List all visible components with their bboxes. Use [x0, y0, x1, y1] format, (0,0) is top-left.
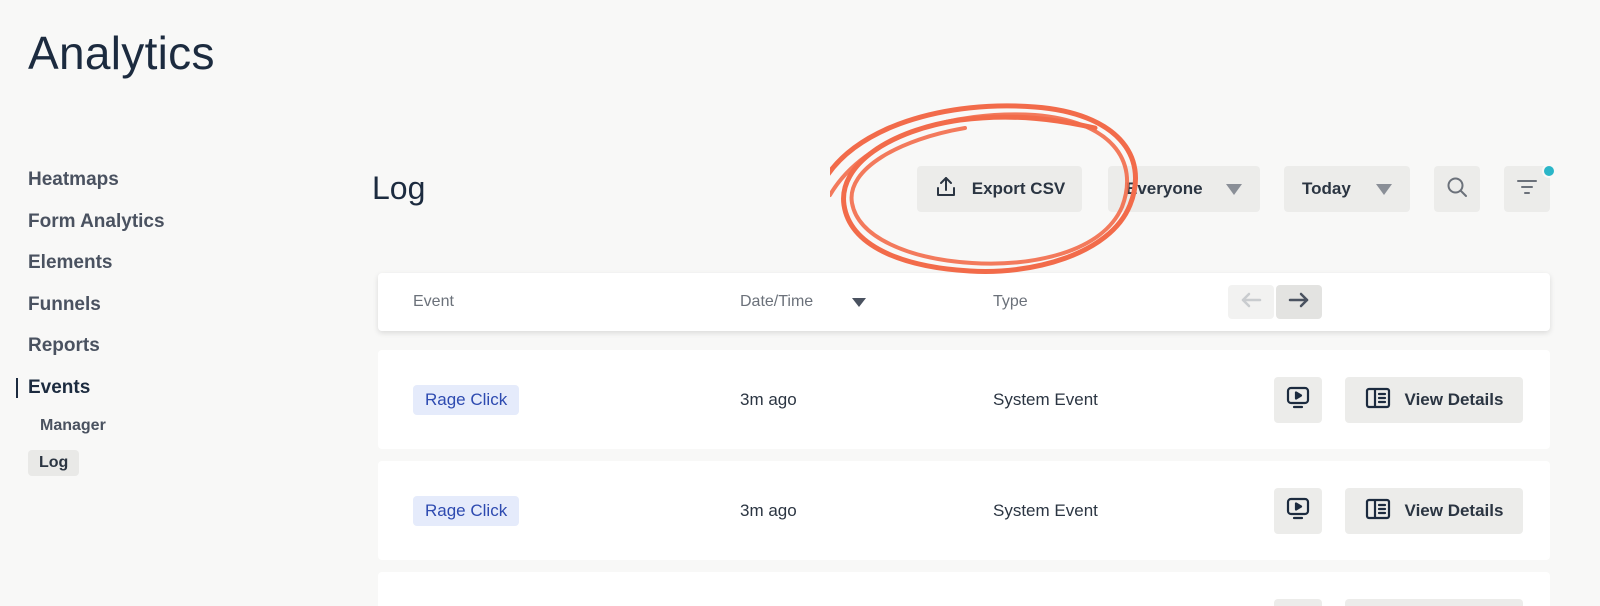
app-title: Analytics [28, 27, 215, 79]
sidebar: Heatmaps Form Analytics Elements Funnels… [16, 165, 278, 476]
play-recording-button[interactable] [1274, 599, 1322, 606]
sidebar-item-heatmaps[interactable]: Heatmaps [28, 165, 278, 207]
view-details-button[interactable]: View Details [1345, 377, 1523, 423]
view-details-label: View Details [1404, 501, 1504, 520]
sort-desc-icon[interactable] [852, 298, 866, 307]
highlight-circle-annotation [830, 103, 1138, 274]
event-type: System Event [993, 390, 1098, 409]
date-range-select[interactable]: Today [1284, 166, 1410, 212]
sidebar-item-events[interactable]: Events [16, 373, 278, 415]
play-recording-button[interactable] [1274, 488, 1322, 534]
event-type: System Event [993, 501, 1098, 520]
column-header-event[interactable]: Event [413, 293, 454, 311]
column-header-type[interactable]: Type [993, 293, 1028, 311]
filter-icon [1515, 175, 1539, 204]
date-range-select-value: Today [1302, 179, 1351, 198]
column-header-datetime[interactable]: Date/Time [740, 293, 813, 311]
page-title: Log [372, 170, 426, 206]
sidebar-item-reports[interactable]: Reports [28, 331, 278, 373]
sidebar-item-form-analytics[interactable]: Form Analytics [28, 207, 278, 249]
table-row: Rage Click 3m ago System Event View Deta… [378, 461, 1550, 560]
play-recording-button[interactable] [1274, 377, 1322, 423]
details-icon [1365, 387, 1391, 414]
event-time: 3m ago [740, 501, 797, 520]
event-time: 3m ago [740, 390, 797, 409]
arrow-left-icon [1240, 292, 1262, 313]
view-details-label: View Details [1404, 390, 1504, 409]
event-tag[interactable]: Rage Click [413, 496, 520, 526]
caret-down-icon [1376, 184, 1392, 195]
sidebar-subitem-log[interactable]: Log [28, 450, 80, 476]
next-page-button[interactable] [1276, 285, 1322, 319]
table-row [378, 572, 1550, 606]
sidebar-item-funnels[interactable]: Funnels [28, 290, 278, 332]
play-icon [1285, 496, 1311, 527]
caret-down-icon [1226, 184, 1242, 195]
event-tag[interactable]: Rage Click [413, 385, 520, 415]
search-icon [1445, 175, 1469, 204]
previous-page-button[interactable] [1228, 285, 1274, 319]
arrow-right-icon [1288, 292, 1310, 313]
play-icon [1285, 385, 1311, 416]
search-button[interactable] [1434, 166, 1480, 212]
view-details-button[interactable]: View Details [1345, 488, 1523, 534]
sidebar-subitem-manager[interactable]: Manager [40, 417, 106, 435]
view-details-button[interactable] [1345, 599, 1523, 606]
details-icon [1365, 498, 1391, 525]
filter-notification-dot [1542, 164, 1556, 178]
table-row: Rage Click 3m ago System Event View Deta… [378, 350, 1550, 449]
sidebar-item-elements[interactable]: Elements [28, 248, 278, 290]
